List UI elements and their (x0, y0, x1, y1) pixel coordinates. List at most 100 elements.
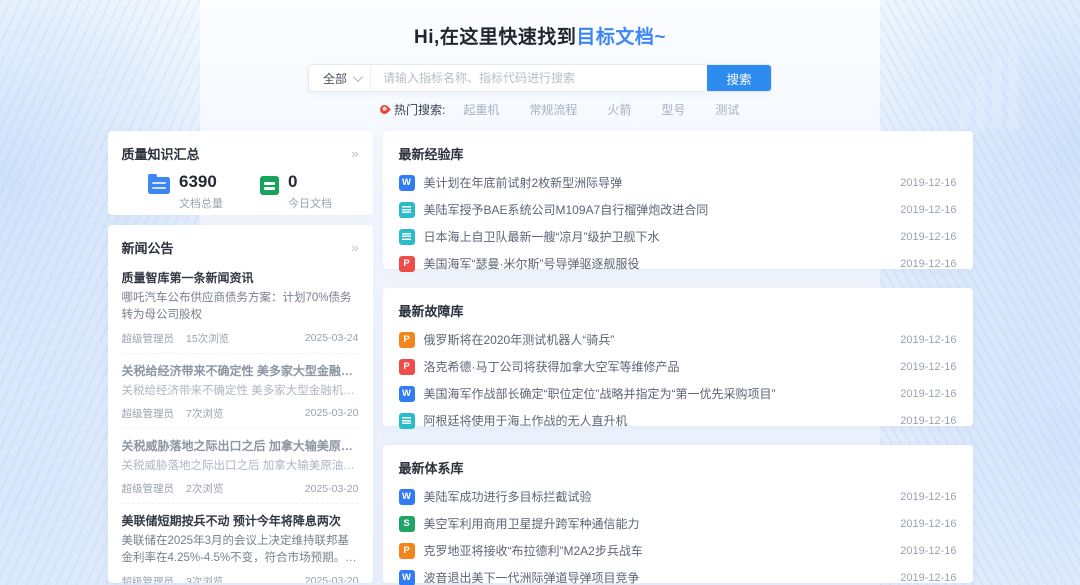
txt-icon (399, 202, 415, 218)
library-row[interactable]: W 美计划在年底前试射2枚新型洲际导弹 2019-12-16 (399, 169, 957, 196)
news-item-date: 2025-03-20 (305, 575, 359, 583)
search-input[interactable] (371, 65, 707, 91)
news-item-views: 15次浏览 (186, 331, 229, 346)
library-row[interactable]: 阿根廷将使用于海上作战的无人直升机 2019-12-16 (399, 407, 957, 434)
word-icon: W (399, 386, 415, 402)
knowledge-summary-more-icon[interactable]: » (351, 147, 358, 160)
folder-icon (148, 177, 170, 194)
news-item[interactable]: 关税给经济带来不确定性 美多家大型金融机构裁员 关税给经济带来不确定性 美多家大… (122, 354, 359, 429)
ppt-icon: P (399, 543, 415, 559)
word-icon: W (399, 489, 415, 505)
library-row-date: 2019-12-16 (900, 491, 956, 503)
news-item-title[interactable]: 美联储短期按兵不动 预计今年将降息两次 (122, 512, 359, 529)
stats-row: 6390 文档总量 0 今日文档 (122, 173, 359, 211)
news-item-title[interactable]: 质量智库第一条新闻资讯 (122, 269, 359, 286)
library-row-title[interactable]: 克罗地亚将接收“布拉德利”M2A2步兵战车 (424, 542, 880, 559)
news-item-desc: 关税威胁落地之际出口之后 加拿大输美原油量两年来最高 (122, 458, 359, 475)
news-item-views: 7次浏览 (186, 406, 223, 421)
library-row-title[interactable]: 美国海军“瑟曼·米尔斯”号导弹驱逐舰服役 (424, 255, 880, 272)
news-item-meta: 超级管理员 7次浏览 2025-03-20 (122, 406, 359, 421)
search-button[interactable]: 搜索 (707, 65, 771, 91)
library-row-title[interactable]: 俄罗斯将在2020年测试机器人“骑兵” (424, 331, 880, 348)
news-item[interactable]: 质量智库第一条新闻资讯 哪吒汽车公布供应商债务方案：计划70%债务转为母公司股权… (122, 261, 359, 354)
hot-search-tag[interactable]: 常规流程 (529, 101, 577, 118)
hot-search-tag[interactable]: 型号 (661, 101, 685, 118)
news-item-meta: 超级管理员 2次浏览 2025-03-20 (122, 481, 359, 496)
news-item-meta: 超级管理员 3次浏览 2025-03-20 (122, 574, 359, 584)
library-row[interactable]: W 美陆军成功进行多目标拦截试验 2019-12-16 (399, 483, 957, 510)
library-row-title[interactable]: 阿根廷将使用于海上作战的无人直升机 (424, 412, 880, 429)
library-row[interactable]: W 美国海军作战部长确定“职位定位”战略并指定为“第一优先采购项目” 2019-… (399, 380, 957, 407)
stat-label: 文档总量 (179, 195, 223, 211)
txt-icon (399, 229, 415, 245)
category-select-value: 全部 (323, 70, 347, 87)
library-list: W 美计划在年底前试射2枚新型洲际导弹 2019-12-16 美陆军授予BAE系… (399, 169, 957, 277)
knowledge-summary-title: 质量知识汇总 (122, 144, 200, 163)
green-doc-icon (260, 176, 279, 195)
library-row[interactable]: P 俄罗斯将在2020年测试机器人“骑兵” 2019-12-16 (399, 326, 957, 353)
library-row-date: 2019-12-16 (900, 258, 956, 270)
news-item[interactable]: 关税威胁落地之际出口之后 加拿大输美原油量两年来最高 关税威胁落地之际出口之后 … (122, 429, 359, 504)
news-item-views: 3次浏览 (186, 574, 223, 584)
content-area: 质量知识汇总 » 6390 文档总量 0 今日文档 新闻公告 » 质量智库第一条… (108, 131, 973, 583)
news-item-desc: 哪吒汽车公布供应商债务方案：计划70%债务转为母公司股权 (122, 290, 359, 325)
document-search-portal: Hi,在这里快速找到目标文档~ 全部 搜索 热门搜索: 起重机 常规流程 火箭 型号 测… (0, 0, 1080, 585)
excel-icon: S (399, 516, 415, 532)
news-item-title[interactable]: 关税给经济带来不确定性 美多家大型金融机构裁员 (122, 362, 359, 379)
search-bar: 全部 搜索 (308, 64, 772, 92)
library-row[interactable]: 日本海上自卫队最新一艘“凉月”级护卫舰下水 2019-12-16 (399, 223, 957, 250)
library-row-title[interactable]: 美陆军成功进行多目标拦截试验 (424, 488, 880, 505)
txt-icon (399, 413, 415, 429)
news-item-desc: 美联储在2025年3月的会议上决定维持联邦基金利率在4.25%-4.5%不变，符… (122, 533, 359, 568)
library-row-title[interactable]: 洛克希德·马丁公司将获得加拿大空军等维修产品 (424, 358, 880, 375)
library-card-title: 最新体系库 (399, 458, 464, 477)
stat-value: 6390 (179, 173, 223, 192)
news-item-date: 2025-03-20 (305, 407, 359, 419)
news-item-desc: 关税给经济带来不确定性 美多家大型金融机构裁员 (122, 383, 359, 400)
library-row-date: 2019-12-16 (900, 177, 956, 189)
chevron-down-icon (353, 72, 363, 82)
news-card-more-icon[interactable]: » (351, 241, 358, 254)
library-row-title[interactable]: 波音退出美下一代洲际弹道导弹项目竞争 (424, 569, 880, 585)
news-card: 新闻公告 » 质量智库第一条新闻资讯 哪吒汽车公布供应商债务方案：计划70%债务… (108, 225, 373, 583)
pdf-icon: P (399, 256, 415, 272)
library-row[interactable]: P 克罗地亚将接收“布拉德利”M2A2步兵战车 2019-12-16 (399, 537, 957, 564)
library-row-date: 2019-12-16 (900, 518, 956, 530)
news-item-author: 超级管理员 (122, 406, 175, 421)
page-title: Hi,在这里快速找到目标文档~ (0, 22, 1080, 49)
news-item[interactable]: 美联储短期按兵不动 预计今年将降息两次 美联储在2025年3月的会议上决定维持联… (122, 504, 359, 583)
library-row-date: 2019-12-16 (900, 231, 956, 243)
hero-section: Hi,在这里快速找到目标文档~ 全部 搜索 热门搜索: 起重机 常规流程 火箭 型号 测… (0, 0, 1080, 118)
library-row-date: 2019-12-16 (900, 388, 956, 400)
ppt-icon: P (399, 332, 415, 348)
hot-search-tag[interactable]: 测试 (715, 101, 739, 118)
hot-search-tags: 起重机 常规流程 火箭 型号 测试 (463, 101, 739, 118)
library-row[interactable]: S 美空军利用商用卫星提升跨军种通信能力 2019-12-16 (399, 510, 957, 537)
library-row-title[interactable]: 美国海军作战部长确定“职位定位”战略并指定为“第一优先采购项目” (424, 385, 880, 402)
hot-search-tag[interactable]: 起重机 (463, 101, 499, 118)
news-item-date: 2025-03-24 (305, 332, 359, 344)
hot-search-label: 热门搜索: (394, 101, 445, 118)
library-row-title[interactable]: 日本海上自卫队最新一艘“凉月”级护卫舰下水 (424, 228, 880, 245)
news-item-title[interactable]: 关税威胁落地之际出口之后 加拿大输美原油量两年来最高 (122, 437, 359, 454)
library-card-title: 最新经验库 (399, 144, 464, 163)
library-row[interactable]: P 美国海军“瑟曼·米尔斯”号导弹驱逐舰服役 2019-12-16 (399, 250, 957, 277)
library-row[interactable]: 美陆军授予BAE系统公司M109A7自行榴弹炮改进合同 2019-12-16 (399, 196, 957, 223)
library-card: 最新经验库 W 美计划在年底前试射2枚新型洲际导弹 2019-12-16 美陆军… (383, 131, 973, 269)
library-card: 最新体系库 W 美陆军成功进行多目标拦截试验 2019-12-16S 美空军利用… (383, 445, 973, 583)
category-select[interactable]: 全部 (309, 65, 371, 91)
word-icon: W (399, 570, 415, 585)
page-title-highlight: 目标文档~ (576, 27, 666, 48)
hot-search-tag[interactable]: 火箭 (607, 101, 631, 118)
stat-item: 0 今日文档 (260, 173, 332, 211)
right-column: 最新经验库 W 美计划在年底前试射2枚新型洲际导弹 2019-12-16 美陆军… (383, 131, 973, 583)
stat-value: 0 (288, 173, 332, 192)
library-list: P 俄罗斯将在2020年测试机器人“骑兵” 2019-12-16P 洛克希德·马… (399, 326, 957, 434)
library-row-title[interactable]: 美陆军授予BAE系统公司M109A7自行榴弹炮改进合同 (424, 201, 880, 218)
news-item-author: 超级管理员 (122, 481, 175, 496)
library-row[interactable]: P 洛克希德·马丁公司将获得加拿大空军等维修产品 2019-12-16 (399, 353, 957, 380)
library-row[interactable]: W 波音退出美下一代洲际弹道导弹项目竞争 2019-12-16 (399, 564, 957, 585)
word-icon: W (399, 175, 415, 191)
library-row-title[interactable]: 美计划在年底前试射2枚新型洲际导弹 (424, 174, 880, 191)
library-row-title[interactable]: 美空军利用商用卫星提升跨军种通信能力 (424, 515, 880, 532)
